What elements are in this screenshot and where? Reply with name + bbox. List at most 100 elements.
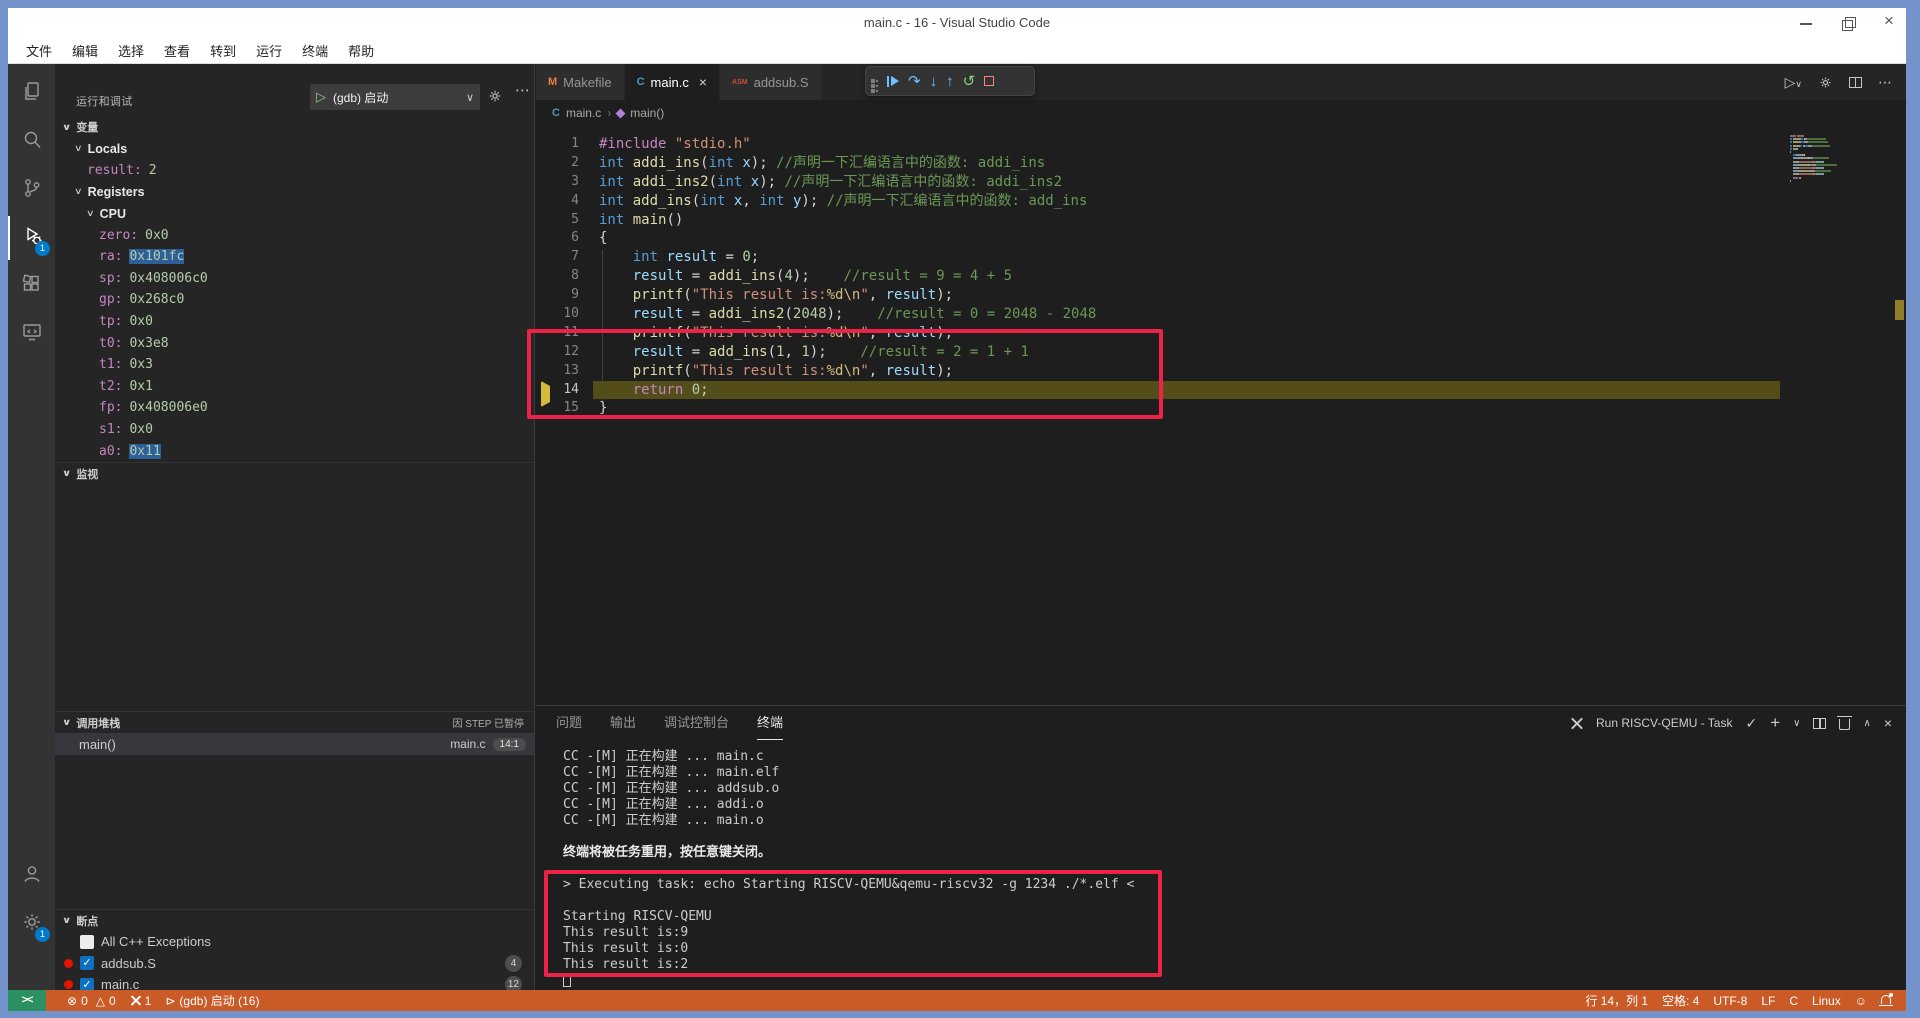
more-actions-icon[interactable]: ⋯ (515, 81, 530, 99)
tab-makefile[interactable]: MMakefile (536, 64, 624, 100)
code-line-9[interactable]: 9 printf("This result is:%d\n", result); (536, 286, 1906, 305)
code-line-12[interactable]: 12 result = add_ins(1, 1); //result = 2 … (536, 343, 1906, 362)
code-line-2[interactable]: 2int addi_ins(int x); //声明一下汇编语言中的函数: ad… (536, 154, 1906, 173)
step-out-icon[interactable]: ↑ (946, 74, 954, 89)
panel-tab-3[interactable]: 终端 (757, 706, 783, 740)
tab-addsub-s[interactable]: ASMaddsub.S (720, 64, 821, 100)
sidebar-item-extensions[interactable] (8, 264, 55, 308)
tab-main-c[interactable]: Cmain.c× (625, 64, 719, 100)
code-line-6[interactable]: 6{ (536, 229, 1906, 248)
sidebar-item-search[interactable] (8, 120, 55, 164)
code-editor[interactable]: 1#include "stdio.h"2int addi_ins(int x);… (536, 135, 1906, 705)
code-line-14[interactable]: 14 return 0; (536, 381, 1906, 400)
code-line-11[interactable]: 11 printf("This result is:%d\n", result)… (536, 324, 1906, 343)
language-status[interactable]: C (1782, 990, 1805, 1011)
feedback-icon[interactable]: ☺ (1848, 990, 1874, 1011)
stack-frame-row[interactable]: main() main.c 14:1 (55, 733, 534, 755)
terminal-dropdown-icon[interactable]: ∨ (1793, 718, 1800, 729)
start-debug-icon[interactable]: ▷ (316, 89, 326, 105)
launch-config-dropdown[interactable]: ▷ (gdb) 启动 ∨ (310, 84, 480, 110)
sidebar-item-run-debug[interactable]: 1 (8, 216, 55, 260)
code-line-13[interactable]: 13 printf("This result is:%d\n", result)… (536, 362, 1906, 381)
code-line-15[interactable]: 15} (536, 399, 1906, 418)
split-terminal-icon[interactable] (1813, 718, 1826, 729)
variable-row-tp[interactable]: tp:0x0 (55, 311, 534, 333)
restore-icon[interactable] (1842, 17, 1854, 29)
variable-row-result[interactable]: result:2 (55, 160, 534, 182)
eol-status[interactable]: LF (1754, 990, 1782, 1011)
tree-group-locals[interactable]: ∨Locals (55, 138, 534, 160)
new-terminal-icon[interactable]: + (1770, 713, 1780, 733)
settings-button[interactable]: 1 (8, 902, 55, 946)
terminal-task-label[interactable]: Run RISCV-QEMU - Task (1596, 716, 1732, 730)
menu-item-0[interactable]: 文件 (16, 38, 62, 63)
code-line-10[interactable]: 10 result = addi_ins2(2048); //result = … (536, 305, 1906, 324)
sidebar-item-explorer[interactable] (8, 72, 55, 116)
breakpoint-checkbox[interactable]: ✓ (80, 956, 94, 970)
breakpoint-checkbox[interactable] (80, 935, 94, 949)
running-tasks-status[interactable]: 1 (123, 990, 159, 1011)
code-line-4[interactable]: 4int add_ins(int x, int y); //声明一下汇编语言中的… (536, 192, 1906, 211)
call-stack-header[interactable]: ∨ 调用堆栈 因 STEP 已暂停 (55, 711, 534, 733)
code-line-7[interactable]: 7 int result = 0; (536, 248, 1906, 267)
minimap[interactable] (1790, 135, 1890, 205)
continue-icon[interactable] (887, 76, 899, 87)
code-line-1[interactable]: 1#include "stdio.h" (536, 135, 1906, 154)
code-line-8[interactable]: 8 result = addi_ins(4); //result = 9 = 4… (536, 267, 1906, 286)
step-over-icon[interactable]: ↷ (908, 74, 921, 89)
variable-row-zero[interactable]: zero:0x0 (55, 224, 534, 246)
more-actions-icon[interactable]: ⋯ (1878, 74, 1892, 91)
panel-tab-1[interactable]: 输出 (610, 706, 636, 740)
breakpoint-row-1[interactable]: ✓addsub.S4 (55, 953, 534, 975)
menu-item-1[interactable]: 编辑 (62, 38, 108, 63)
menu-item-3[interactable]: 查看 (154, 38, 200, 63)
code-line-5[interactable]: 5int main() (536, 211, 1906, 230)
debug-settings-gear-icon[interactable] (487, 88, 503, 104)
step-into-icon[interactable]: ↓ (930, 74, 938, 89)
tree-group-registers[interactable]: ∨Registers (55, 181, 534, 203)
encoding-status[interactable]: UTF-8 (1706, 990, 1754, 1011)
sidebar-item-source-control[interactable] (8, 168, 55, 212)
variable-row-gp[interactable]: gp:0x268c0 (55, 289, 534, 311)
variable-row-a0[interactable]: a0:0x11 (55, 440, 534, 462)
terminal-output[interactable]: CC -[M] 正在构建 ... main.cCC -[M] 正在构建 ... … (563, 749, 1134, 989)
variable-row-t1[interactable]: t1:0x3 (55, 354, 534, 376)
menu-item-6[interactable]: 终端 (292, 38, 338, 63)
menu-item-4[interactable]: 转到 (200, 38, 246, 63)
close-tab-icon[interactable]: × (699, 74, 707, 90)
restart-icon[interactable]: ↺ (963, 74, 976, 89)
watch-header[interactable]: ∨ 监视 (55, 462, 534, 484)
tree-group-cpu[interactable]: ∨CPU (55, 203, 534, 225)
variable-row-t0[interactable]: t0:0x3e8 (55, 332, 534, 354)
menu-item-5[interactable]: 运行 (246, 38, 292, 63)
os-status[interactable]: Linux (1805, 990, 1848, 1011)
panel-tab-2[interactable]: 调试控制台 (664, 706, 729, 740)
menu-item-2[interactable]: 选择 (108, 38, 154, 63)
run-or-debug-icon[interactable]: ▷∨ (1785, 74, 1802, 91)
close-icon[interactable] (1884, 17, 1896, 29)
variable-row-t2[interactable]: t2:0x1 (55, 376, 534, 398)
breadcrumb[interactable]: C main.c › main() (536, 100, 1906, 126)
breakpoint-row-0[interactable]: All C++ Exceptions (55, 931, 534, 953)
split-editor-icon[interactable] (1849, 77, 1862, 88)
drag-handle-icon[interactable] (872, 80, 874, 82)
account-button[interactable] (8, 854, 55, 898)
breakpoints-header[interactable]: ∨ 断点 (55, 909, 534, 931)
variable-row-sp[interactable]: sp:0x408006c0 (55, 268, 534, 290)
close-panel-icon[interactable]: × (1884, 715, 1892, 731)
remote-indicator[interactable]: >< (8, 990, 46, 1011)
breadcrumb-file[interactable]: main.c (566, 106, 601, 120)
variable-row-s1[interactable]: s1:0x0 (55, 419, 534, 441)
kill-terminal-icon[interactable] (1839, 719, 1850, 730)
settings-gear-icon[interactable] (1818, 75, 1833, 90)
maximize-panel-icon[interactable]: ∧ (1863, 718, 1870, 729)
problems-status[interactable]: ⊗0 △0 (60, 990, 123, 1011)
variables-header[interactable]: ∨ 变量 (55, 116, 534, 138)
indentation-status[interactable]: 空格: 4 (1655, 990, 1706, 1011)
minimize-icon[interactable] (1800, 17, 1812, 29)
stop-icon[interactable] (984, 76, 994, 86)
debug-session-status[interactable]: ⊳ (gdb) 启动 (16) (158, 990, 266, 1011)
breadcrumb-symbol[interactable]: main() (630, 106, 664, 120)
panel-tab-0[interactable]: 问题 (556, 706, 582, 740)
sidebar-item-remote-explorer[interactable] (8, 312, 55, 356)
